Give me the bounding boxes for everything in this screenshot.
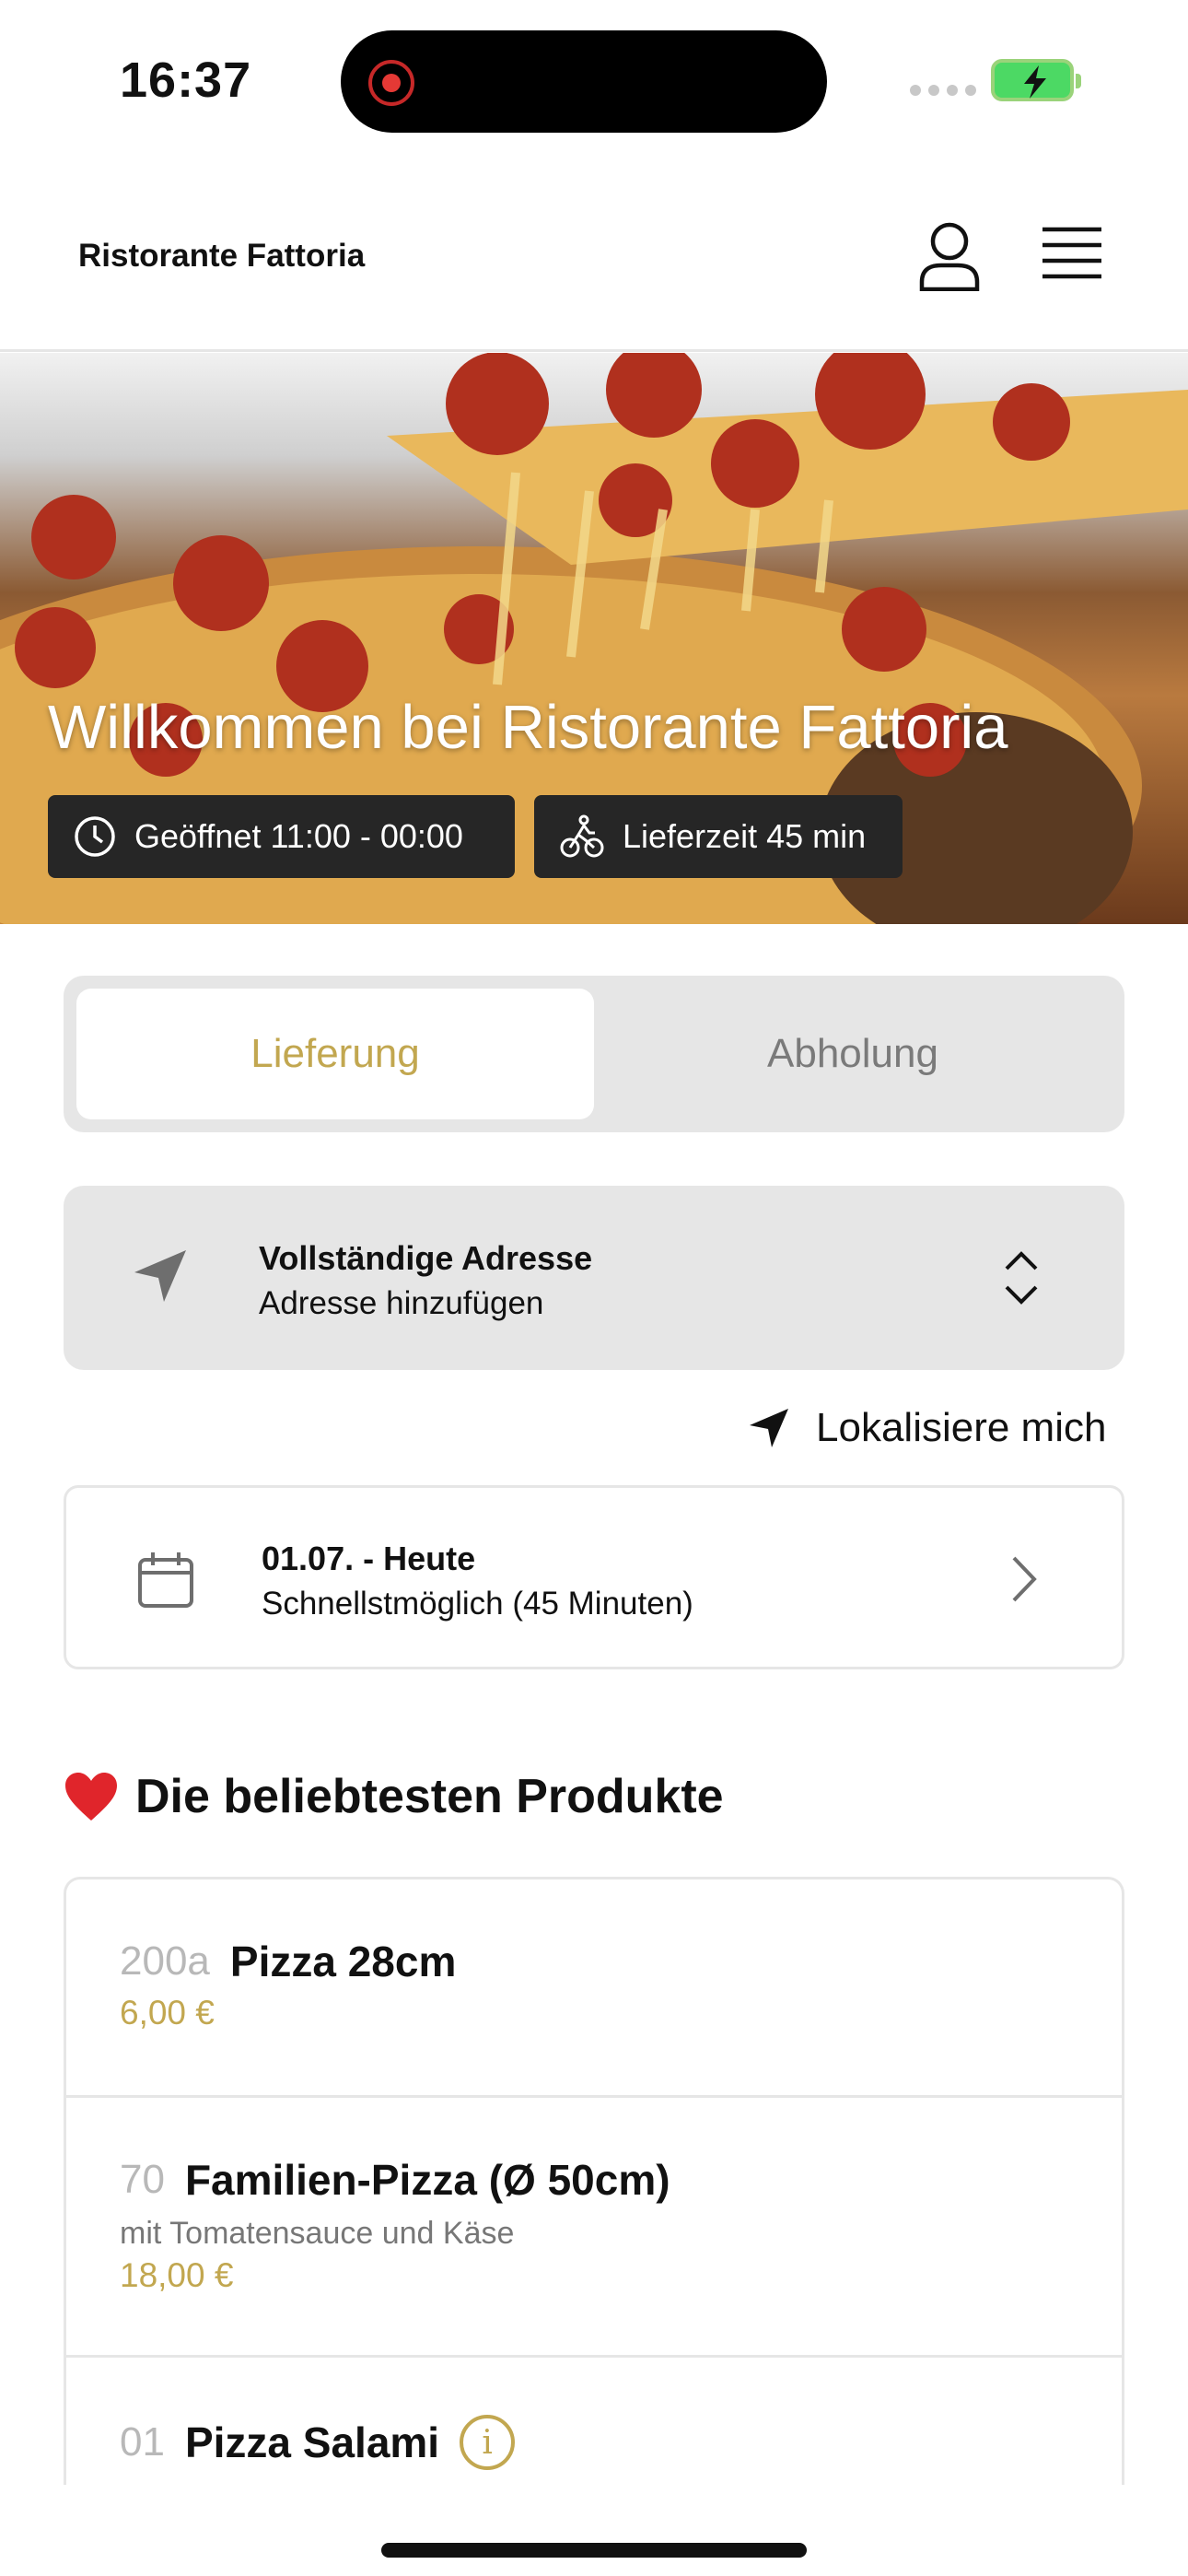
heart-icon [65, 1773, 117, 1821]
delivery-time-text: Lieferzeit 45 min [623, 817, 867, 855]
order-type-tabs: Lieferung Abholung [64, 976, 1124, 1132]
opening-hours-text: Geöffnet 11:00 - 00:00 [134, 817, 463, 855]
product-name: Pizza Salami [184, 2418, 440, 2466]
date-subtitle: Schnellstmöglich (45 Minuten) [262, 1586, 693, 1622]
status-bar: 16:37 [0, 0, 1188, 157]
product-description: mit Tomatensauce und Käse [120, 2216, 515, 2251]
product-number: 01 [120, 2419, 165, 2465]
battery-charging-icon [991, 59, 1081, 101]
clock-icon [75, 816, 115, 857]
list-item[interactable]: 70 Familien-Pizza (Ø 50cm) mit Tomatensa… [66, 2098, 1122, 2358]
popular-products-heading: Die beliebtesten Produkte [64, 1769, 724, 1824]
opening-hours-chip: Geöffnet 11:00 - 00:00 [48, 795, 515, 878]
locate-me-label: Lokalisiere mich [816, 1405, 1107, 1450]
delivery-time-chip: Lieferzeit 45 min [534, 795, 903, 878]
app-header: Ristorante Fattoria [0, 157, 1188, 352]
locate-me-button[interactable]: Lokalisiere mich [748, 1400, 1106, 1456]
tab-pickup[interactable]: Abholung [594, 989, 1112, 1119]
menu-icon[interactable] [1041, 226, 1103, 281]
popular-products-title: Die beliebtesten Produkte [135, 1770, 724, 1823]
list-item[interactable]: 01 Pizza Salami i [66, 2358, 1122, 2485]
tab-delivery[interactable]: Lieferung [76, 989, 594, 1119]
restaurant-name: Ristorante Fattoria [78, 238, 366, 274]
status-time: 16:37 [120, 53, 252, 108]
product-name: Familien-Pizza (Ø 50cm) [184, 2156, 670, 2204]
dynamic-island [341, 30, 827, 133]
product-price: 6,00 € [120, 1994, 215, 2032]
hero-title: Willkommen bei Ristorante Fattoria [48, 693, 1008, 762]
address-title: Vollständige Adresse [259, 1239, 593, 1277]
product-number: 70 [120, 2157, 165, 2202]
product-list: 200a Pizza 28cm 6,00 € 70 Familien-Pizza… [64, 1877, 1124, 2485]
list-item[interactable]: 200a Pizza 28cm 6,00 € [66, 1879, 1122, 2098]
recording-indicator-icon [368, 60, 414, 106]
product-price: 18,00 € [120, 2256, 234, 2294]
chevron-right-icon [1012, 1556, 1037, 1602]
date-title: 01.07. - Heute [262, 1540, 476, 1577]
signal-icon [910, 85, 976, 96]
location-arrow-icon [750, 1409, 788, 1447]
user-icon[interactable] [917, 221, 982, 292]
date-selector[interactable]: 01.07. - Heute Schnellstmöglich (45 Minu… [64, 1485, 1124, 1669]
location-arrow-icon [134, 1250, 186, 1302]
bike-icon [560, 814, 604, 858]
calendar-icon [138, 1552, 193, 1608]
address-subtitle: Adresse hinzufügen [259, 1285, 544, 1321]
hero-banner: Willkommen bei Ristorante Fattoria Geöff… [0, 353, 1188, 924]
home-indicator [381, 2543, 807, 2558]
product-name: Pizza 28cm [229, 1938, 457, 1985]
info-icon[interactable]: i [460, 2415, 516, 2470]
product-number: 200a [120, 1938, 210, 1984]
address-selector[interactable]: Vollständige Adresse Adresse hinzufügen [64, 1186, 1124, 1370]
chevron-up-down-icon [1005, 1251, 1038, 1305]
